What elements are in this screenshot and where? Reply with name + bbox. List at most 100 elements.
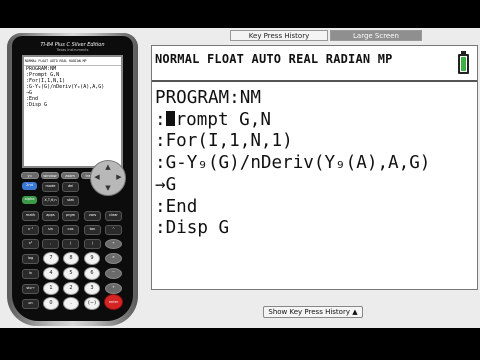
key-close-paren[interactable]: )	[84, 239, 101, 249]
key-power[interactable]: ^	[105, 225, 122, 235]
mini-status-bar: NORMAL FLOAT AUTO REAL RADIAN MP	[24, 57, 121, 66]
view-tabs: Key Press History Large Screen	[230, 30, 440, 41]
key-1[interactable]: 1	[43, 282, 59, 295]
battery-level	[461, 57, 466, 71]
key-math[interactable]: math	[22, 211, 39, 221]
key-label: sin	[47, 227, 53, 231]
key-6[interactable]: 6	[84, 267, 100, 280]
key-multiply[interactable]: ×	[105, 253, 122, 264]
calculator-face: TI-84 Plus C Silver Edition Texas Instru…	[12, 36, 133, 321]
key-label: 5	[69, 270, 73, 276]
key-plus[interactable]: +	[105, 283, 122, 294]
key-label: apps	[46, 213, 55, 217]
key-label: sto→	[26, 286, 35, 290]
program-line: :For(I,1,N,1)	[155, 131, 293, 152]
key-label: alpha	[24, 197, 35, 201]
key-label: clear	[109, 213, 118, 217]
line-text: rompt G,N	[175, 109, 271, 130]
program-line: :End	[155, 196, 198, 217]
key-xt-theta-n[interactable]: X,T,θ,n	[42, 196, 59, 206]
key-5[interactable]: 5	[63, 267, 79, 280]
key-label: on	[28, 301, 33, 305]
arrow-down-icon[interactable]: ▼	[104, 184, 112, 192]
key-label: (−)	[87, 300, 97, 306]
large-screen: NORMAL FLOAT AUTO REAL RADIAN MP PROGRAM…	[151, 45, 478, 290]
calculator-maker: Texas Instruments	[56, 48, 89, 52]
key-label: prgm	[65, 213, 76, 217]
key-label: math	[25, 213, 36, 217]
key-vars[interactable]: vars	[84, 211, 101, 221]
key-alpha[interactable]: alpha	[22, 196, 37, 204]
key-label: enter	[108, 300, 119, 304]
key-mode[interactable]: mode	[42, 182, 59, 192]
key-clear[interactable]: clear	[105, 211, 122, 221]
key-del[interactable]: del	[62, 182, 79, 192]
key-open-paren[interactable]: (	[62, 239, 79, 249]
calculator: TI-84 Plus C Silver Edition Texas Instru…	[7, 33, 138, 326]
key-apps[interactable]: apps	[42, 211, 59, 221]
key-label: 1	[49, 285, 53, 291]
key-2nd[interactable]: 2nd	[22, 182, 37, 190]
key-label: x⁻¹	[27, 227, 34, 231]
key-on[interactable]: on	[22, 299, 39, 309]
arrow-pad[interactable]: ▲ ▼ ◀ ▶	[90, 160, 126, 196]
key-label: 7	[49, 255, 53, 261]
key-label: .	[70, 300, 72, 306]
battery-icon	[458, 54, 469, 74]
tab-key-press-history[interactable]: Key Press History	[230, 30, 328, 41]
status-bar: NORMAL FLOAT AUTO REAL RADIAN MP	[152, 46, 477, 82]
key-label: ×	[112, 255, 115, 259]
key-cos[interactable]: cos	[62, 225, 79, 235]
arrow-up-icon[interactable]: ▲	[104, 163, 112, 171]
key-2[interactable]: 2	[63, 282, 79, 295]
key-8[interactable]: 8	[63, 252, 79, 265]
key-label: (	[69, 241, 72, 245]
key-divide[interactable]: ÷	[105, 239, 122, 249]
calculator-mini-screen: NORMAL FLOAT AUTO REAL RADIAN MP PROGRAM…	[22, 55, 123, 168]
key-4[interactable]: 4	[43, 267, 59, 280]
key-label: log	[27, 256, 34, 260]
key-zoom[interactable]: zoom	[61, 172, 79, 179]
key-label: cos	[67, 227, 74, 231]
key-comma[interactable]: ,	[42, 239, 59, 249]
key-label: del	[67, 184, 74, 188]
key-label: 3	[90, 285, 94, 291]
key-label: mode	[45, 184, 56, 188]
key-7[interactable]: 7	[43, 252, 59, 265]
key-inverse[interactable]: x⁻¹	[22, 225, 39, 235]
key-decimal[interactable]: .	[63, 297, 79, 310]
key-log[interactable]: log	[22, 254, 39, 264]
key-label: 8	[69, 255, 73, 261]
key-ln[interactable]: ln	[22, 269, 39, 279]
key-enter[interactable]: enter	[104, 294, 123, 310]
key-label: +	[112, 285, 115, 289]
program-editor[interactable]: PROGRAM:NM : rompt G,N :For(I,1,N,1) :G-Y…	[155, 88, 430, 240]
key-label: )	[91, 241, 94, 245]
line-prefix: :	[155, 109, 166, 130]
key-label: ln	[28, 271, 33, 275]
key-label: tan	[89, 227, 96, 231]
key-square[interactable]: x²	[22, 239, 39, 249]
key-0[interactable]: 0	[43, 297, 59, 310]
key-negative[interactable]: (−)	[84, 297, 100, 310]
key-label: −	[112, 270, 115, 274]
tab-large-screen[interactable]: Large Screen	[330, 30, 422, 41]
key-label: vars	[88, 213, 97, 217]
key-9[interactable]: 9	[84, 252, 100, 265]
key-3[interactable]: 3	[84, 282, 100, 295]
key-label: y=	[27, 174, 33, 178]
arrow-right-icon[interactable]: ▶	[115, 173, 123, 181]
emulator-window: TI-84 Plus C Silver Edition Texas Instru…	[0, 0, 480, 360]
key-store[interactable]: sto→	[22, 284, 39, 294]
key-y-equals[interactable]: y=	[21, 172, 39, 179]
show-key-press-history-button[interactable]: Show Key Press History ▲	[263, 306, 363, 318]
key-sin[interactable]: sin	[42, 225, 59, 235]
key-tan[interactable]: tan	[84, 225, 101, 235]
program-line: : rompt G,N	[155, 110, 430, 132]
key-prgm[interactable]: prgm	[62, 211, 79, 221]
arrow-left-icon[interactable]: ◀	[93, 173, 101, 181]
key-stat[interactable]: stat	[62, 196, 79, 206]
key-window[interactable]: window	[41, 172, 59, 179]
key-minus[interactable]: −	[105, 268, 122, 279]
key-label: stat	[67, 198, 74, 202]
